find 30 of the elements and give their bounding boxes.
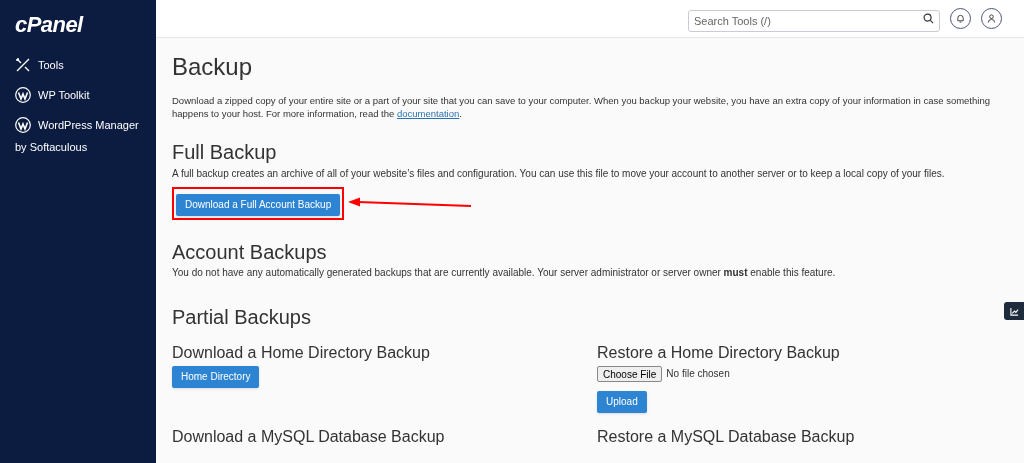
tools-icon [15, 57, 31, 73]
bell-icon [956, 14, 965, 23]
home-directory-button[interactable]: Home Directory [172, 365, 260, 388]
chart-icon [1009, 306, 1019, 316]
section-title: Full Backup [172, 140, 278, 164]
intro-text: Download a zipped copy of your entire site or a part of your site that you can save to your computer. When you backup your website, you have an extra copy of your information in case something happens to your host. For more information, read the documentation. [172, 94, 991, 120]
choose-file-button[interactable]: Choose File [597, 365, 663, 382]
section-title: Account Backups [172, 239, 328, 264]
search-field[interactable]: Search Tools (/) [688, 9, 940, 32]
search-icon [923, 13, 934, 24]
full-backup-button[interactable]: Download a Full Account Backup [176, 193, 341, 216]
section-title: Partial Backups [172, 304, 312, 329]
wordpress-icon [15, 117, 31, 133]
page-title: Backup [172, 52, 254, 82]
user-icon [987, 14, 996, 23]
file-status: No file chosen [666, 367, 730, 381]
section-text: A full backup creates an archive of all of your website’s files and configuration. You can use this file to move your account to another server or to keep a local copy of your files. [172, 167, 946, 180]
subsection-title: Restore a Home Directory Backup [597, 342, 841, 363]
subsection-title: Restore a MySQL Database Backup [597, 426, 856, 447]
sidebar-item[interactable]: WordPress Manager [15, 116, 141, 134]
cpanel-logo[interactable]: cPanel [15, 14, 141, 36]
wordpress-icon [15, 87, 31, 103]
upload-button[interactable]: Upload [597, 390, 647, 413]
sidebar-item[interactable]: Tools [15, 56, 141, 74]
sidebar-item-subtitle: by Softaculous [15, 140, 89, 155]
subsection-title: Download a MySQL Database Backup [172, 426, 446, 447]
sidebar-item[interactable]: WP Toolkit [15, 86, 141, 104]
subsection-title: Download a Home Directory Backup [172, 342, 431, 363]
stats-tab[interactable] [1004, 302, 1024, 320]
section-text: You do not have any automatically generated backups that are currently available. Your server administrator or server owner must enable this feature. [172, 265, 837, 279]
